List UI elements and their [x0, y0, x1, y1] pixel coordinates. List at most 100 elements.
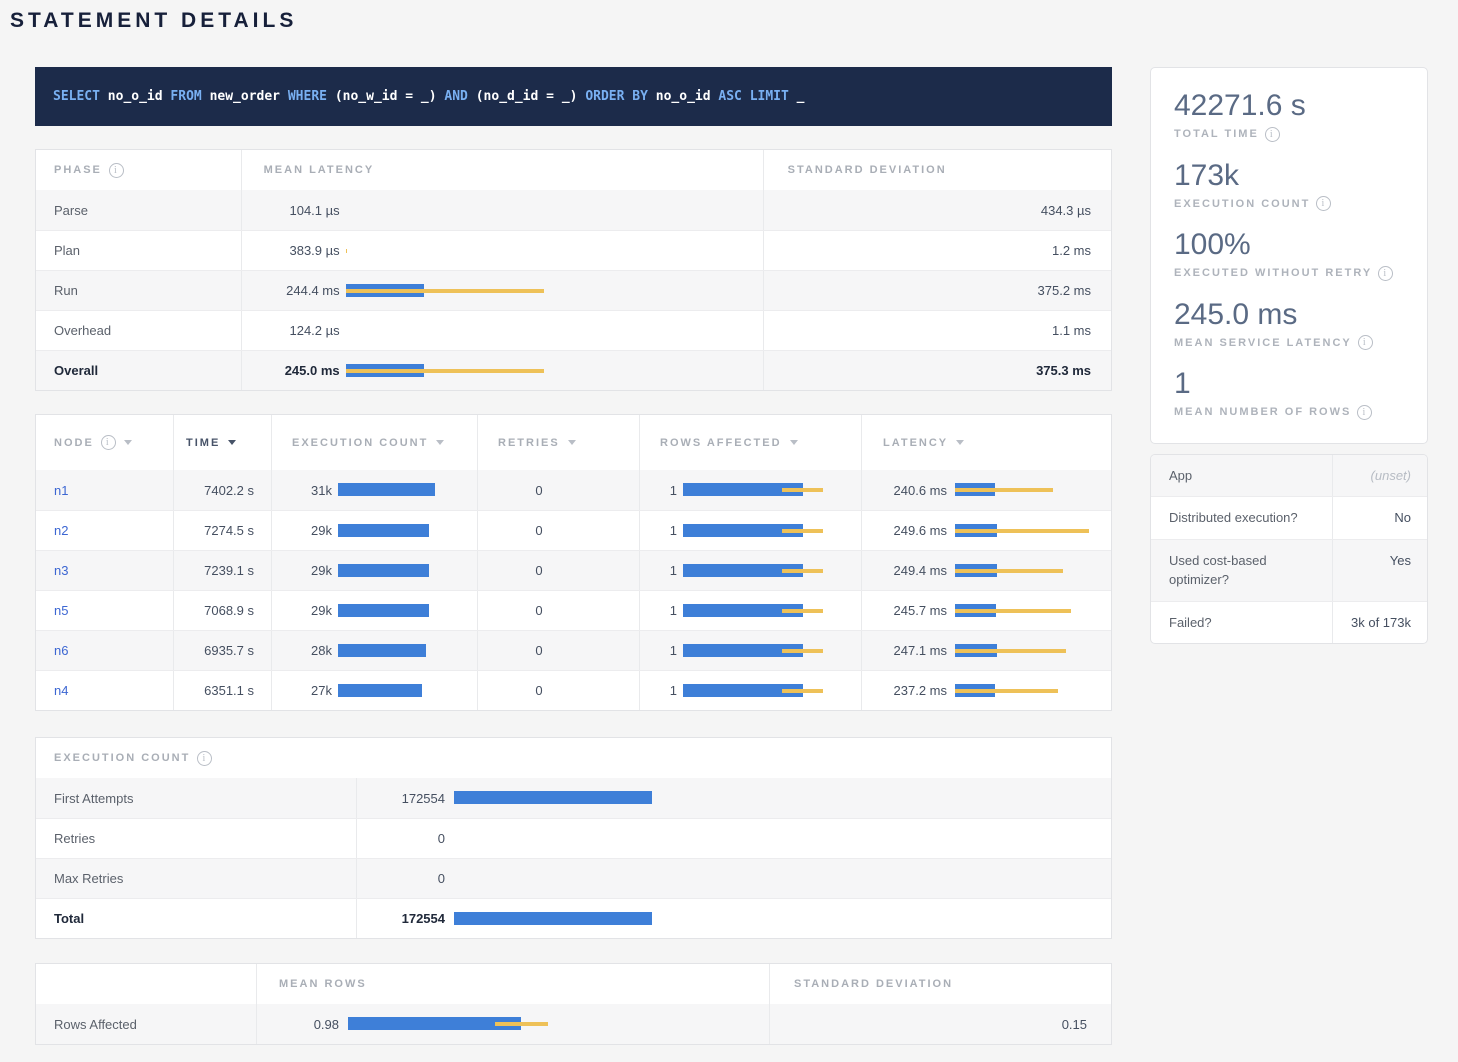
- stat-info-icon[interactable]: i: [1316, 196, 1331, 211]
- node-time-value: 6351.1 s: [204, 683, 254, 698]
- node-table-row: n4 6351.1 s 27k 0 1 237.2 ms: [36, 670, 1111, 710]
- rows-stddev-column-header: STANDARD DEVIATION: [769, 964, 1111, 1004]
- node-retries-value: 0: [498, 683, 580, 698]
- summary-stat: 1 MEAN NUMBER OF ROWS i: [1174, 367, 1411, 420]
- summary-stat: 100% EXECUTED WITHOUT RETRY i: [1174, 228, 1411, 281]
- node-retries-value: 0: [498, 603, 580, 618]
- summary-stat: 173k EXECUTION COUNT i: [1174, 159, 1411, 212]
- retries-column-header[interactable]: RETRIES: [477, 415, 639, 470]
- statement-attributes-card: App (unset) Distributed execution? No Us…: [1150, 454, 1428, 645]
- mean-latency-value: 104.1 µs: [264, 203, 340, 218]
- mean-latency-bar: [346, 203, 763, 217]
- node-latency-value: 247.1 ms: [883, 643, 947, 658]
- rows-stddev-column-label: STANDARD DEVIATION: [794, 978, 953, 990]
- node-execution-count-value: 31k: [292, 483, 332, 498]
- phase-table-row: Overhead 124.2 µs 1.1 ms: [36, 310, 1111, 350]
- stat-info-icon[interactable]: i: [1357, 405, 1372, 420]
- stddev-value: 375.3 ms: [1036, 363, 1091, 378]
- stat-label: MEAN SERVICE LATENCY i: [1174, 335, 1411, 350]
- execution-count-row-bar: [454, 872, 1111, 886]
- stat-info-icon[interactable]: i: [1378, 266, 1393, 281]
- stat-label: TOTAL TIME i: [1174, 127, 1411, 142]
- node-link[interactable]: n6: [54, 643, 68, 658]
- summary-stats-card: 42271.6 s TOTAL TIME i 173k EXECUTION CO…: [1150, 67, 1428, 444]
- execution-count-row-value: 172554: [365, 791, 445, 806]
- node-table-row: n2 7274.5 s 29k 0 1 249.6 ms: [36, 510, 1111, 550]
- node-table-header-row: NODE i TIME EXECUTION COUNT RETRIES: [36, 415, 1111, 470]
- node-table-row: n6 6935.7 s 28k 0 1 247.1 ms: [36, 630, 1111, 670]
- stat-label: MEAN NUMBER OF ROWS i: [1174, 405, 1411, 420]
- execution-count-sort-icon: [436, 440, 444, 445]
- node-rows-affected-bar: [683, 684, 861, 698]
- node-time-value: 7068.9 s: [204, 603, 254, 618]
- node-link[interactable]: n3: [54, 563, 68, 578]
- node-rows-affected-value: 1: [660, 683, 677, 698]
- execution-count-header-row: EXECUTION COUNT i: [36, 738, 1111, 778]
- stddev-column-label: STANDARD DEVIATION: [788, 164, 947, 176]
- mean-rows-value: 0.98: [279, 1017, 339, 1032]
- execution-count-column-label: EXECUTION COUNT: [292, 437, 428, 449]
- mean-latency-bar: [346, 324, 763, 338]
- execution-count-row-bar: [454, 791, 1111, 805]
- node-column-header[interactable]: NODE i: [36, 415, 173, 470]
- mean-latency-value: 124.2 µs: [264, 323, 340, 338]
- stat-label: EXECUTION COUNT i: [1174, 196, 1411, 211]
- node-execution-count-bar: [338, 644, 477, 658]
- execution-count-column-header[interactable]: EXECUTION COUNT: [271, 415, 477, 470]
- rows-affected-column-header[interactable]: ROWS AFFECTED: [639, 415, 861, 470]
- phase-label: Parse: [54, 203, 88, 218]
- node-latency-value: 237.2 ms: [883, 683, 947, 698]
- node-rows-affected-value: 1: [660, 563, 677, 578]
- phase-label: Overall: [54, 363, 98, 378]
- time-sort-icon: [228, 440, 236, 445]
- latency-sort-icon: [956, 440, 964, 445]
- node-rows-affected-bar: [683, 524, 861, 538]
- node-latency-value: 245.7 ms: [883, 603, 947, 618]
- rows-affected-header-row: MEAN ROWS STANDARD DEVIATION: [36, 964, 1111, 1004]
- node-latency-bar: [955, 604, 1093, 618]
- statement-sql: SELECT no_o_id FROM new_order WHERE (no_…: [35, 67, 1112, 126]
- retries-column-label: RETRIES: [498, 437, 560, 449]
- mean-latency-column-label: MEAN LATENCY: [264, 164, 375, 176]
- execution-count-row-bar: [454, 912, 1111, 926]
- phase-column-label: PHASE: [54, 164, 102, 176]
- node-rows-affected-bar: [683, 644, 861, 658]
- execution-count-row-bar: [454, 832, 1111, 846]
- phase-label: Plan: [54, 243, 80, 258]
- execution-count-row: Total 172554: [36, 898, 1111, 938]
- latency-column-header[interactable]: LATENCY: [861, 415, 1111, 470]
- phase-table-row: Parse 104.1 µs 434.3 µs: [36, 190, 1111, 230]
- attribute-label: Failed?: [1151, 602, 1333, 644]
- stddev-value: 1.2 ms: [1052, 243, 1091, 258]
- stat-info-icon[interactable]: i: [1265, 127, 1280, 142]
- phase-info-icon[interactable]: i: [109, 163, 124, 178]
- stat-info-icon[interactable]: i: [1358, 335, 1373, 350]
- time-column-header[interactable]: TIME: [173, 415, 271, 470]
- node-execution-count-value: 29k: [292, 523, 332, 538]
- stat-label-text: MEAN SERVICE LATENCY: [1174, 337, 1352, 349]
- phase-column-header: PHASE i: [36, 150, 241, 190]
- stat-label-text: EXECUTION COUNT: [1174, 198, 1310, 210]
- attribute-value: Yes: [1333, 540, 1427, 601]
- execution-count-row-value: 0: [365, 871, 445, 886]
- execution-count-info-icon[interactable]: i: [197, 751, 212, 766]
- node-link[interactable]: n5: [54, 603, 68, 618]
- node-time-value: 6935.7 s: [204, 643, 254, 658]
- node-link[interactable]: n4: [54, 683, 68, 698]
- node-table-row: n5 7068.9 s 29k 0 1 245.7 ms: [36, 590, 1111, 630]
- rows-stddev-value: 0.15: [1062, 1017, 1087, 1032]
- stat-value: 1: [1174, 367, 1411, 402]
- phase-table-row: Overall 245.0 ms 375.3 ms: [36, 350, 1111, 390]
- node-execution-count-value: 28k: [292, 643, 332, 658]
- attribute-value: No: [1333, 497, 1427, 539]
- rows-affected-table-body: Rows Affected 0.98 0.15: [36, 1004, 1111, 1044]
- attribute-row: Failed? 3k of 173k: [1151, 601, 1427, 644]
- node-link[interactable]: n2: [54, 523, 68, 538]
- node-table-body: n1 7402.2 s 31k 0 1 240.6 ms n2 7274.5 s…: [36, 470, 1111, 710]
- time-column-label: TIME: [186, 437, 220, 449]
- node-link[interactable]: n1: [54, 483, 68, 498]
- node-retries-value: 0: [498, 523, 580, 538]
- node-info-icon[interactable]: i: [101, 435, 116, 450]
- stddev-value: 375.2 ms: [1038, 283, 1091, 298]
- node-latency-value: 240.6 ms: [883, 483, 947, 498]
